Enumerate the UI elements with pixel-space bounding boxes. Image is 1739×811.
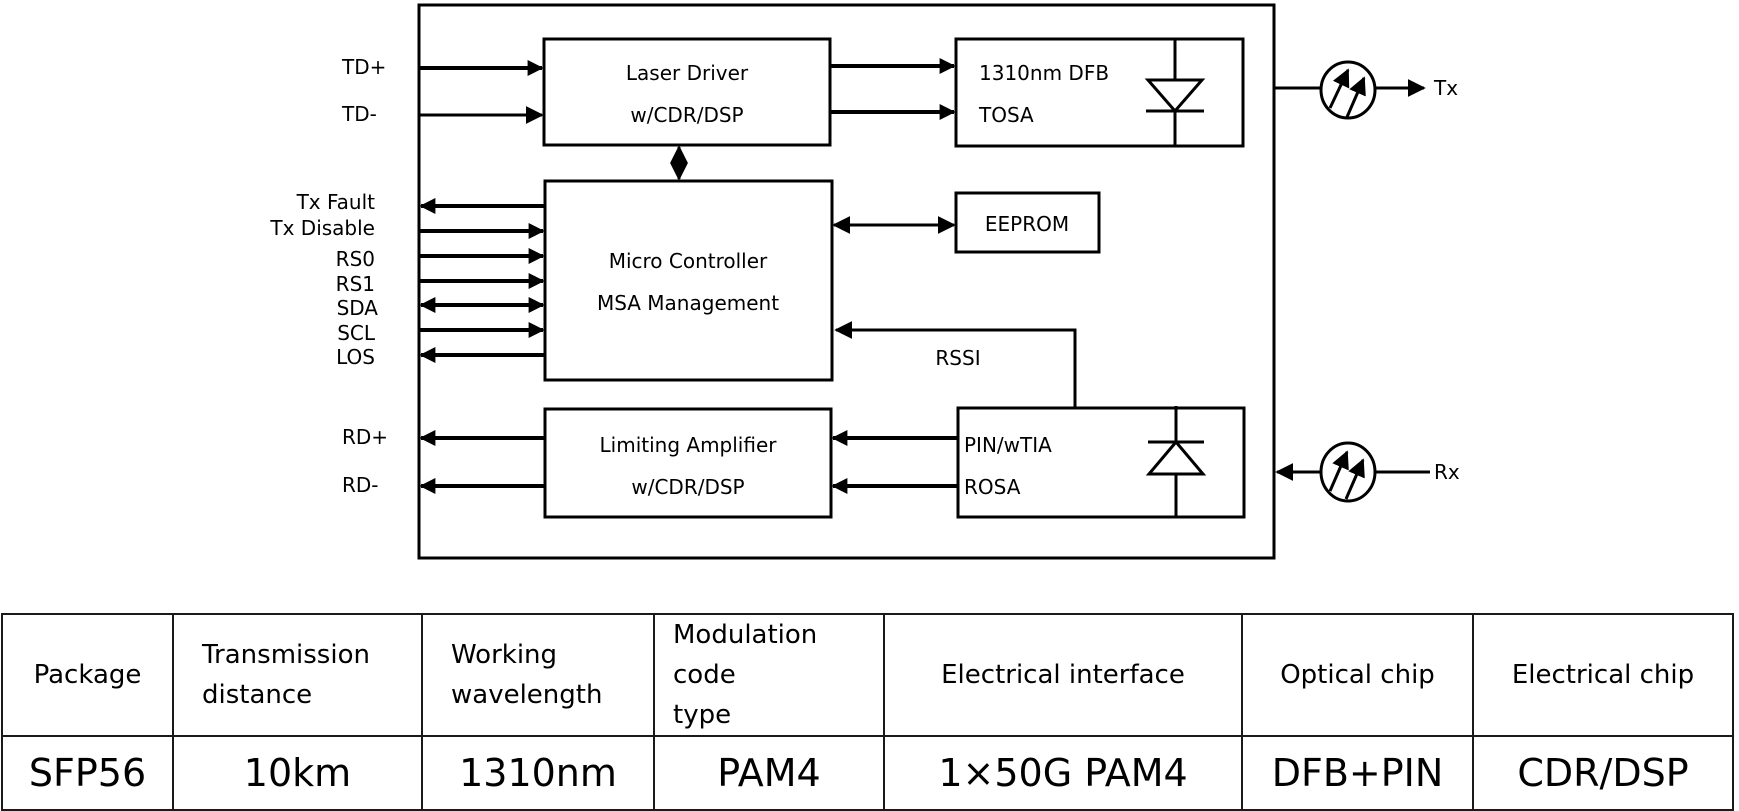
rs1-label: RS1 (336, 272, 375, 296)
sda-label: SDA (337, 296, 379, 320)
value-electrical-chip: CDR/DSP (1472, 735, 1734, 811)
rosa-label-2: ROSA (964, 475, 1021, 499)
micro-controller-label-1: Micro Controller (609, 249, 768, 273)
los-label: LOS (336, 345, 375, 369)
eeprom-block: EEPROM (954, 191, 1101, 254)
table-row: SFP56 10km 1310nm PAM4 1×50G PAM4 DFB+PI… (1, 735, 1734, 811)
limiting-amplifier-label-1: Limiting Amplifier (600, 433, 778, 457)
tx-disable-label: Tx Disable (269, 216, 375, 240)
rosa-label-1: PIN/wTIA (964, 433, 1052, 457)
laser-driver-block: Laser Driver w/CDR/DSP (542, 37, 832, 147)
tx-port-label: Tx (1433, 76, 1458, 100)
value-optical-chip: DFB+PIN (1241, 735, 1474, 811)
scl-label: SCL (337, 321, 376, 345)
value-modulation-code-type: PAM4 (653, 735, 885, 811)
tx-lens-icon (1319, 60, 1377, 120)
block-diagram: Laser Driver w/CDR/DSP 1310nm DFB TOSA M… (269, 3, 1460, 560)
rssi-label: RSSI (935, 346, 980, 370)
tosa-block: 1310nm DFB TOSA (954, 37, 1245, 148)
micro-controller-block: Micro Controller MSA Management (543, 179, 834, 382)
value-package: SFP56 (1, 735, 174, 811)
tosa-label-2: TOSA (978, 103, 1034, 127)
value-electrical-interface: 1×50G PAM4 (883, 735, 1243, 811)
spec-table: Package Transmission distance Working wave… (1, 613, 1734, 811)
rosa-block: PIN/wTIA ROSA (956, 406, 1246, 519)
rd-minus-label: RD- (342, 473, 379, 497)
limiting-amplifier-label-2: w/CDR/DSP (631, 475, 744, 499)
td-minus-label: TD- (341, 102, 377, 126)
laser-driver-label-2: w/CDR/DSP (630, 103, 743, 127)
value-working-wavelength: 1310nm (421, 735, 655, 811)
micro-controller-label-2: MSA Management (597, 291, 779, 315)
rx-port-label: Rx (1434, 460, 1460, 484)
header-package: Package (1, 613, 174, 737)
eeprom-label: EEPROM (985, 212, 1069, 236)
rd-plus-label: RD+ (342, 425, 388, 449)
header-optical-chip: Optical chip (1241, 613, 1474, 737)
header-modulation-code-type: Modulation code type (653, 613, 885, 737)
td-plus-label: TD+ (341, 55, 386, 79)
limiting-amplifier-block: Limiting Amplifier w/CDR/DSP (543, 407, 833, 519)
rs0-label: RS0 (336, 247, 375, 271)
header-electrical-chip: Electrical chip (1472, 613, 1734, 737)
header-working-wavelength: Working wavelength (421, 613, 655, 737)
tosa-label-1: 1310nm DFB (979, 61, 1109, 85)
header-electrical-interface: Electrical interface (883, 613, 1243, 737)
value-transmission-distance: 10km (172, 735, 423, 811)
laser-driver-label-1: Laser Driver (626, 61, 749, 85)
table-header-row: Package Transmission distance Working wave… (1, 613, 1734, 737)
header-transmission-distance: Transmission distance (172, 613, 423, 737)
rx-lens-icon (1319, 441, 1377, 503)
tx-fault-label: Tx Fault (296, 190, 376, 214)
